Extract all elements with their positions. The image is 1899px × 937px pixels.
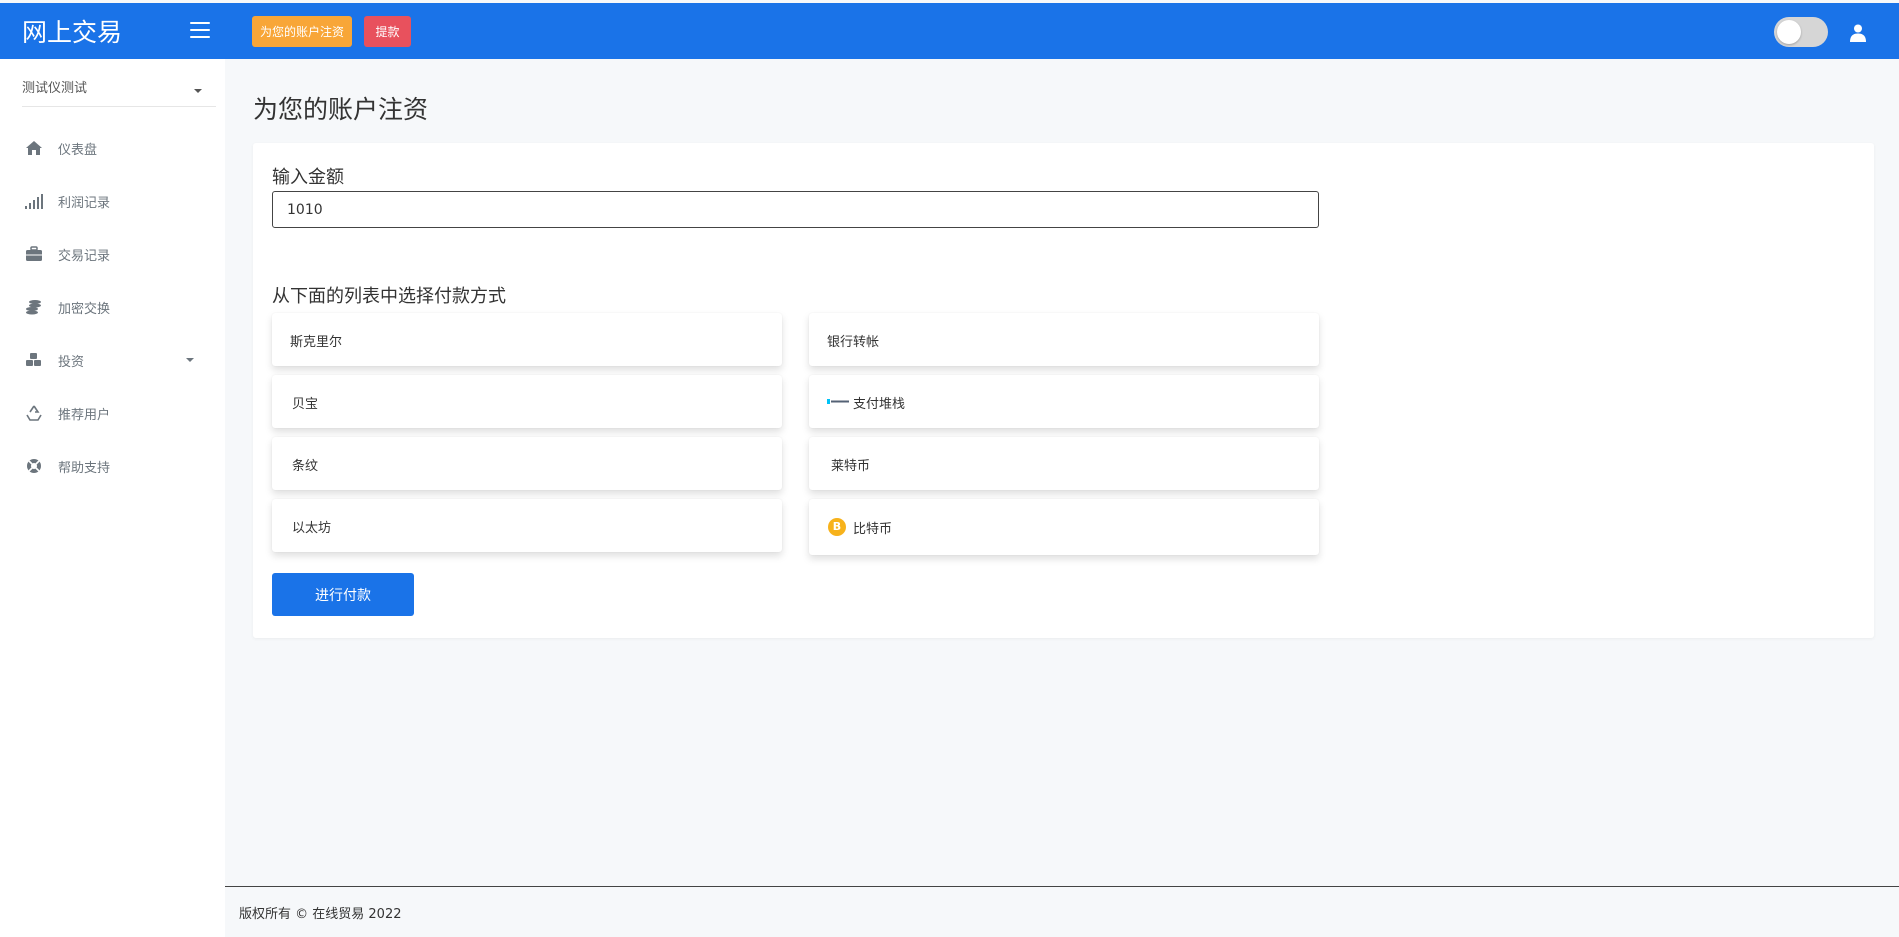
- payment-method-label: 条纹: [292, 459, 319, 474]
- briefcase-icon: [26, 246, 42, 261]
- sidebar-item-label: 加密交换: [58, 302, 111, 317]
- payment-method-label: 银行转帐: [827, 335, 880, 350]
- payment-methods-label: 从下面的列表中选择付款方式: [272, 286, 506, 307]
- coins-icon: [26, 300, 41, 315]
- copyright-text: 版权所有 © 在线贸易 2022: [239, 907, 402, 922]
- top-navbar: 网上交易 为您的账户注资 提款: [0, 0, 1899, 59]
- user-icon[interactable]: [1850, 24, 1866, 42]
- withdraw-button[interactable]: 提款: [364, 16, 411, 47]
- page-title: 为您的账户注资: [253, 95, 429, 124]
- payment-method-label: 支付堆栈: [853, 397, 906, 412]
- sidebar-item-investment[interactable]: 投资: [0, 342, 225, 378]
- account-select-label: 测试仪测试: [22, 81, 88, 96]
- cubes-icon: [26, 353, 41, 366]
- payment-method-skrill[interactable]: 斯克里尔: [272, 313, 782, 366]
- sidebar-item-referrals[interactable]: 推荐用户: [0, 395, 225, 431]
- footer: 版权所有 © 在线贸易 2022: [225, 886, 1899, 937]
- sidebar-item-crypto-exchange[interactable]: 加密交换: [0, 289, 225, 325]
- sidebar: 测试仪测试 仪表盘 利润记录 交易记录 加密交换 投资 推荐用户 帮助支持: [0, 59, 225, 937]
- payment-method-stripe[interactable]: 条纹: [272, 437, 782, 490]
- sidebar-item-label: 利润记录: [58, 196, 111, 211]
- home-icon: [26, 141, 42, 155]
- amount-label: 输入金额: [272, 167, 344, 188]
- recycle-icon: [26, 405, 42, 421]
- payment-method-paypal[interactable]: 贝宝: [272, 375, 782, 428]
- sidebar-item-label: 交易记录: [58, 249, 111, 264]
- payment-method-bitcoin[interactable]: B 比特币: [809, 499, 1319, 555]
- paystack-logo-icon: [827, 399, 849, 404]
- amount-input[interactable]: [272, 191, 1319, 228]
- sidebar-item-label: 投资: [58, 355, 85, 370]
- sidebar-item-label: 帮助支持: [58, 461, 111, 476]
- sidebar-item-label: 推荐用户: [58, 408, 111, 423]
- sidebar-item-label: 仪表盘: [58, 143, 98, 158]
- sidebar-item-profit-records[interactable]: 利润记录: [0, 183, 225, 219]
- caret-down-icon: [186, 358, 194, 362]
- payment-method-ethereum[interactable]: 以太坊: [272, 499, 782, 552]
- payment-method-label: 贝宝: [292, 397, 319, 412]
- account-select[interactable]: 测试仪测试: [22, 77, 216, 107]
- payment-method-bank-transfer[interactable]: 银行转帐: [809, 313, 1319, 366]
- sidebar-item-dashboard[interactable]: 仪表盘: [0, 130, 225, 166]
- signal-bars-icon: [25, 194, 43, 209]
- payment-method-label: 斯克里尔: [290, 335, 343, 350]
- make-payment-button[interactable]: 进行付款: [272, 573, 414, 616]
- payment-method-paystack[interactable]: 支付堆栈: [809, 375, 1319, 428]
- payment-method-label: 莱特币: [831, 459, 871, 474]
- sidebar-item-transactions[interactable]: 交易记录: [0, 236, 225, 272]
- deposit-button[interactable]: 为您的账户注资: [252, 16, 352, 47]
- sidebar-item-help-support[interactable]: 帮助支持: [0, 448, 225, 484]
- theme-toggle[interactable]: [1774, 17, 1828, 47]
- payment-method-litecoin[interactable]: 莱特币: [809, 437, 1319, 490]
- caret-down-icon: [194, 89, 202, 93]
- lifebuoy-icon: [27, 459, 41, 473]
- payment-method-label: 以太坊: [292, 521, 332, 536]
- menu-toggle-icon[interactable]: [190, 22, 210, 38]
- bitcoin-icon: B: [828, 518, 846, 536]
- toggle-knob: [1777, 20, 1801, 44]
- brand-title[interactable]: 网上交易: [22, 13, 122, 49]
- payment-method-label: 比特币: [853, 522, 893, 537]
